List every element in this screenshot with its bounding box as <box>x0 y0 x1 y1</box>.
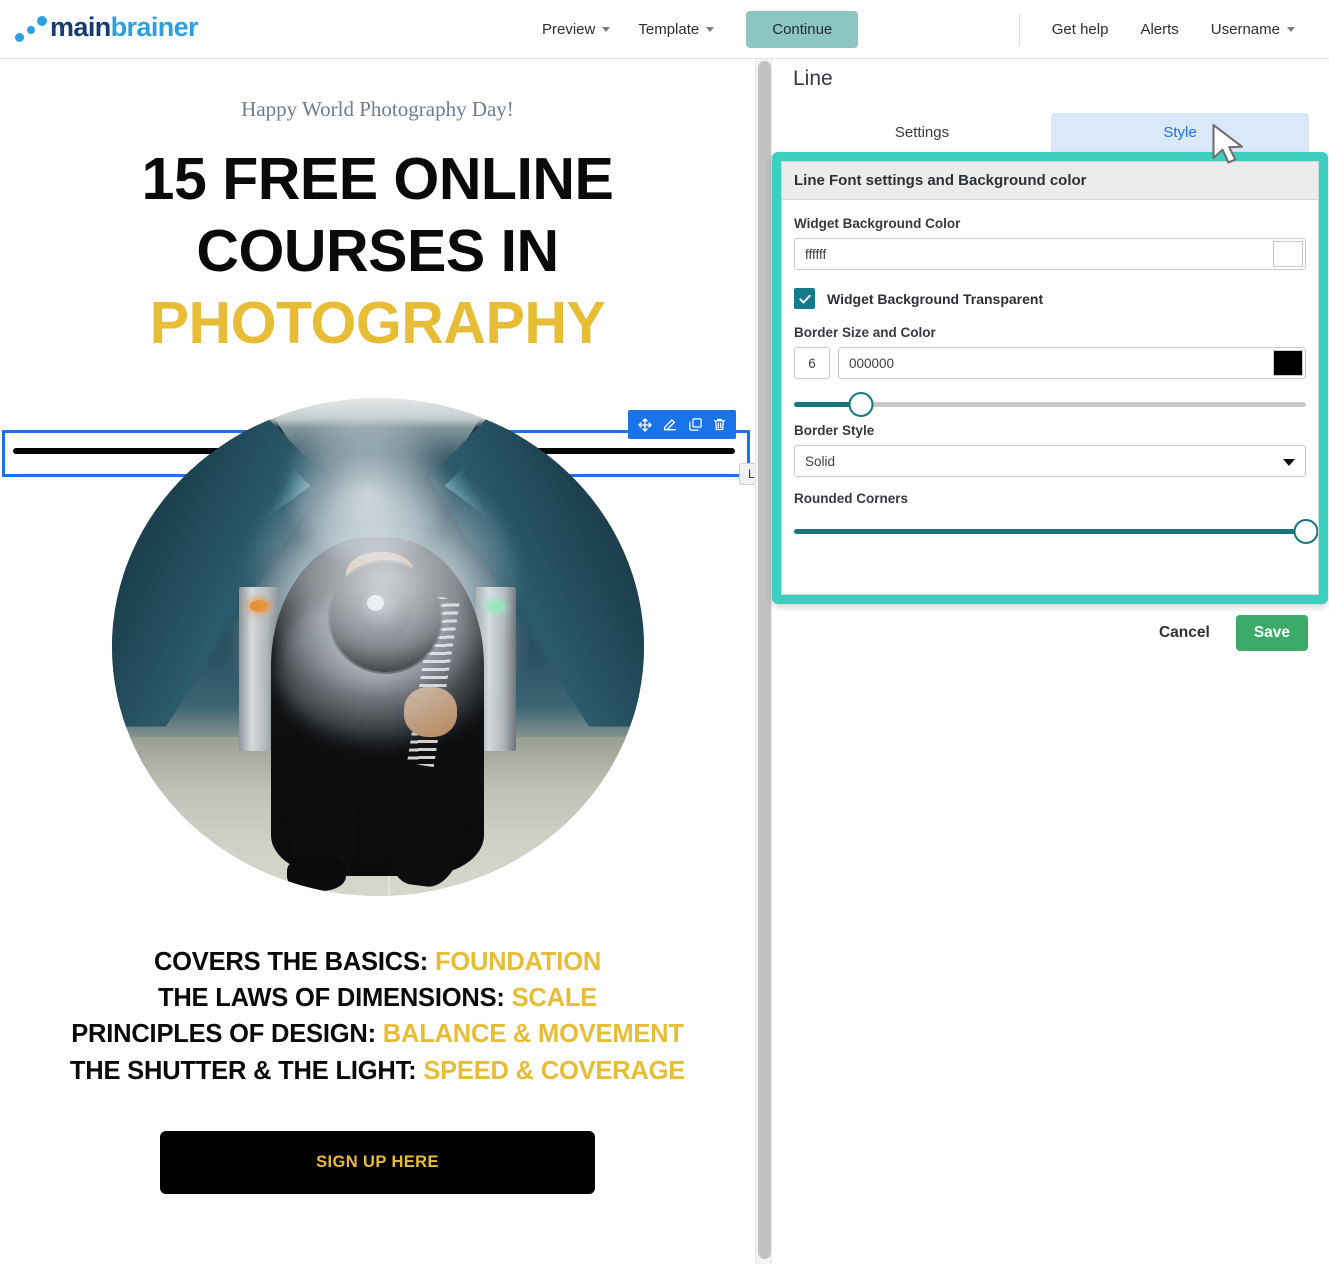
email-cta-block: SIGN UP HERE <box>0 1130 755 1224</box>
trash-icon[interactable] <box>712 417 727 432</box>
rounded-corners-slider-thumb[interactable] <box>1293 519 1318 544</box>
border-size-slider[interactable] <box>794 389 1306 419</box>
rounded-corners-slider-fill <box>794 529 1306 534</box>
mainbrainer-logo[interactable]: mainbrainer <box>14 12 199 43</box>
email-course-list[interactable]: COVERS THE BASICS: FOUNDATION THE LAWS O… <box>0 944 755 1089</box>
bullet-black-4: THE SHUTTER & THE LIGHT: <box>69 1056 417 1085</box>
edit-pencil-icon[interactable] <box>662 417 678 433</box>
border-size-and-color-row: 6 <box>794 347 1306 379</box>
brand-part-1: main <box>50 12 111 42</box>
chevron-down-icon <box>1287 27 1295 32</box>
chevron-down-icon <box>706 27 715 32</box>
border-style-value: Solid <box>805 453 836 469</box>
border-size-and-color-label: Border Size and Color <box>794 325 936 340</box>
tab-style[interactable]: Style <box>1051 113 1309 153</box>
email-headline[interactable]: 15 FREE ONLINE COURSES IN PHOTOGRAPHY <box>48 144 707 360</box>
email-preheader[interactable]: Happy World Photography Day! <box>0 97 755 122</box>
photo-shoe <box>287 856 346 891</box>
bullet-yellow-4: SPEED & COVERAGE <box>423 1056 686 1085</box>
list-item: PRINCIPLES OF DESIGN: BALANCE & MOVEMENT <box>0 1016 755 1052</box>
cancel-button[interactable]: Cancel <box>1153 623 1216 643</box>
widget-background-transparent-label: Widget Background Transparent <box>827 290 1044 307</box>
widget-background-color-label: Widget Background Color <box>794 216 961 231</box>
canvas-scrollbar[interactable] <box>755 59 772 1264</box>
save-button[interactable]: Save <box>1235 615 1308 651</box>
nav-get-help-label: Get help <box>1051 21 1109 38</box>
page-title: Line <box>793 67 833 90</box>
bullet-black-2: THE LAWS OF DIMENSIONS: <box>157 984 505 1013</box>
secondary-nav: Get help Alerts Username <box>1018 0 1311 59</box>
bullet-yellow-1: FOUNDATION <box>434 947 602 976</box>
email-photo-block[interactable] <box>111 397 644 896</box>
border-style-label: Border Style <box>794 423 875 438</box>
logo-dots-icon <box>14 13 50 43</box>
style-settings-panel: Line Settings Style Line Font settings a… <box>772 59 1329 1264</box>
checkmark-icon <box>798 294 811 303</box>
duplicate-icon[interactable] <box>688 417 703 432</box>
panel-action-buttons: Cancel Save <box>1153 615 1308 651</box>
widget-toolbar <box>628 410 736 439</box>
bullet-yellow-2: SCALE <box>511 984 598 1013</box>
mouse-cursor-icon <box>1212 123 1244 164</box>
rounded-corners-slider[interactable] <box>794 516 1318 546</box>
bullet-black-1: COVERS THE BASICS: <box>153 947 429 976</box>
email-canvas[interactable]: Happy World Photography Day! 15 FREE ONL… <box>0 59 755 1264</box>
nav-template[interactable]: Template <box>624 13 728 46</box>
photo-smoke-top <box>287 412 447 563</box>
canvas-scrollbar-thumb[interactable] <box>758 61 771 1259</box>
border-size-slider-thumb[interactable] <box>848 392 874 417</box>
widget-background-color-swatch[interactable] <box>1273 241 1303 267</box>
border-style-select[interactable]: Solid <box>794 445 1306 477</box>
style-card: Line Font settings and Background color … <box>781 161 1319 595</box>
border-size-input[interactable]: 6 <box>794 347 830 379</box>
nav-preview-label: Preview <box>542 21 596 38</box>
widget-type-tag: Line <box>739 463 755 485</box>
top-navigation-bar: mainbrainer Preview Template Continue Ge… <box>0 0 1329 59</box>
widget-background-transparent-checkbox[interactable] <box>794 288 815 309</box>
headline-line-3: PHOTOGRAPHY <box>149 289 606 356</box>
bullet-black-3: PRINCIPLES OF DESIGN: <box>71 1020 376 1049</box>
brand-wordmark: mainbrainer <box>50 12 199 43</box>
nav-alerts-label: Alerts <box>1140 21 1179 38</box>
nav-divider <box>1018 13 1020 46</box>
widget-background-transparent-row: Widget Background Transparent <box>794 288 1306 309</box>
brand-part-2: brainer <box>110 12 199 42</box>
email-template: Happy World Photography Day! 15 FREE ONL… <box>0 97 755 1224</box>
nav-username-label: Username <box>1210 21 1280 38</box>
border-color-swatch[interactable] <box>1273 350 1303 376</box>
list-item: THE LAWS OF DIMENSIONS: SCALE <box>0 980 755 1016</box>
border-color-input[interactable] <box>839 348 1271 378</box>
list-item: THE SHUTTER & THE LIGHT: SPEED & COVERAG… <box>0 1053 755 1089</box>
list-item: COVERS THE BASICS: FOUNDATION <box>0 944 755 980</box>
primary-nav: Preview Template Continue <box>528 0 859 59</box>
chevron-down-icon <box>602 27 611 32</box>
bullet-yellow-3: BALANCE & MOVEMENT <box>382 1020 684 1049</box>
highlight-outline: Line Font settings and Background color … <box>772 152 1328 604</box>
style-card-body: Widget Background Color Widget Backgroun… <box>782 200 1318 564</box>
nav-get-help[interactable]: Get help <box>1036 13 1125 46</box>
nav-template-label: Template <box>638 21 700 38</box>
chevron-down-icon <box>1283 459 1295 466</box>
widget-background-color-row <box>794 238 1306 270</box>
nav-username[interactable]: Username <box>1195 13 1311 46</box>
border-color-row <box>838 347 1306 379</box>
photographer-photo <box>111 397 644 896</box>
tab-settings[interactable]: Settings <box>793 113 1051 153</box>
rounded-corners-label: Rounded Corners <box>794 491 909 506</box>
sign-up-here-button[interactable]: SIGN UP HERE <box>160 1130 595 1194</box>
style-card-title: Line Font settings and Background color <box>782 162 1318 200</box>
headline-line-1: 15 FREE ONLINE <box>141 146 614 212</box>
widget-background-color-input[interactable] <box>795 239 1271 269</box>
nav-preview[interactable]: Preview <box>528 13 624 46</box>
app-root: mainbrainer Preview Template Continue Ge… <box>0 0 1329 1264</box>
nav-alerts[interactable]: Alerts <box>1124 13 1194 46</box>
headline-line-2: COURSES IN <box>196 217 559 284</box>
continue-button[interactable]: Continue <box>746 11 859 48</box>
